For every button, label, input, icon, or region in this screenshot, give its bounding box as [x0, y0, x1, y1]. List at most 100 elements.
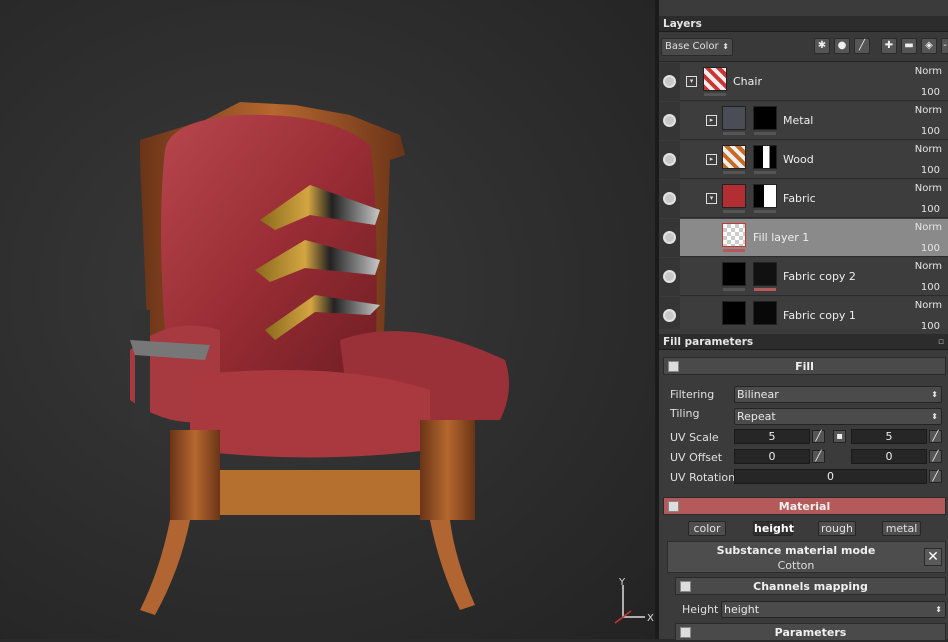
axis-y-label: Y [618, 577, 626, 588]
channels-mapping-label: Channels mapping [753, 580, 868, 593]
layer-blend-mode[interactable]: Norm [915, 261, 942, 272]
layer-opacity[interactable]: 100 [921, 204, 940, 215]
layer-row-fabric-copy-1[interactable]: Fabric copy 1 Norm 100 [659, 297, 948, 329]
layer-blend-mode[interactable]: Norm [915, 105, 942, 116]
layer-row-fill-layer-1[interactable]: Fill layer 1 Norm 100 [659, 219, 948, 257]
lock-icon[interactable]: ▪ [833, 430, 846, 443]
fill-bucket-icon[interactable]: ◈ [921, 38, 937, 54]
uv-offset-v-input[interactable]: 0 [851, 449, 927, 464]
layer-name: Fabric copy 2 [783, 270, 856, 283]
layer-name: Fabric copy 1 [783, 309, 856, 322]
layer-opacity[interactable]: 100 [921, 126, 940, 137]
layer-thumbnail [722, 223, 746, 247]
layer-row-fabric-copy-2[interactable]: Fabric copy 2 Norm 100 [659, 258, 948, 296]
channels-mapping-checkbox[interactable] [680, 581, 691, 592]
layer-blend-mode[interactable]: Norm [915, 144, 942, 155]
layer-thumbnail [703, 67, 727, 91]
close-icon[interactable]: ✕ [924, 548, 942, 566]
layer-thumbnail [722, 145, 746, 169]
material-section-header[interactable]: Material [663, 497, 946, 515]
material-tab-rough[interactable]: rough [818, 521, 856, 536]
parameters-checkbox[interactable] [680, 627, 691, 638]
add-mask-icon[interactable]: ✱ [814, 38, 830, 54]
channels-mapping-header[interactable]: Channels mapping [675, 577, 946, 595]
slider-edit-icon[interactable]: ╱ [812, 450, 825, 463]
layers-title-text: Layers [663, 18, 702, 30]
layer-row-wood[interactable]: ▸ Wood Norm 100 [659, 141, 948, 179]
uv-rotation-label: UV Rotation [670, 471, 736, 484]
chair-3d-model[interactable] [110, 90, 530, 630]
uv-scale-v-input[interactable]: 5 [851, 429, 927, 444]
material-section-label: Material [778, 500, 831, 513]
paint-brush-icon[interactable]: ╱ [854, 38, 870, 54]
uv-scale-u-input[interactable]: 5 [734, 429, 810, 444]
tiling-select[interactable]: Repeat ⬍ [734, 408, 942, 425]
folder-open-icon[interactable]: ▾ [686, 76, 697, 87]
layers-panel-title: Layers [659, 16, 948, 32]
layer-row-metal[interactable]: ▸ Metal Norm 100 [659, 102, 948, 140]
visibility-eye-icon[interactable] [663, 192, 676, 205]
layers-toolbar: Base Color ⬍ ✱ ● ╱ ✚ ▬ ◈ - [659, 32, 948, 62]
uv-offset-u-input[interactable]: 0 [734, 449, 810, 464]
layer-mask-thumbnail [753, 301, 777, 325]
layer-opacity[interactable]: 100 [921, 321, 940, 329]
layer-blend-mode[interactable]: Norm [915, 222, 942, 233]
uv-rotation-input[interactable]: 0 [734, 469, 927, 484]
slider-edit-icon[interactable]: ╱ [929, 450, 942, 463]
visibility-eye-icon[interactable] [663, 153, 676, 166]
material-tab-color[interactable]: color [688, 521, 726, 536]
layers-list[interactable]: ▾ Chair Norm 100 ▸ Metal Norm 100 ▸ Wood… [659, 63, 948, 329]
substance-mode-value[interactable]: Cotton [668, 559, 924, 572]
panel-grip-icon[interactable]: ▫ [938, 334, 944, 350]
layer-blend-mode[interactable]: Norm [915, 300, 942, 311]
layer-thumbnail [722, 184, 746, 208]
fill-parameters-title: Fill parameters ▫ [659, 334, 948, 350]
circle-icon[interactable]: ● [834, 38, 850, 54]
slider-edit-icon[interactable]: ╱ [929, 430, 942, 443]
layer-blend-mode[interactable]: Norm [915, 66, 942, 77]
add-folder-icon[interactable]: ▬ [901, 38, 917, 54]
parameters-label: Parameters [774, 626, 847, 639]
layer-blend-mode[interactable]: Norm [915, 183, 942, 194]
fill-section-checkbox[interactable] [668, 361, 679, 372]
material-tab-metal[interactable]: metal [882, 521, 921, 536]
layer-opacity[interactable]: 100 [921, 243, 940, 254]
folder-closed-icon[interactable]: ▸ [706, 115, 717, 126]
layer-opacity[interactable]: 100 [921, 282, 940, 293]
visibility-eye-icon[interactable] [663, 309, 676, 322]
layer-name: Chair [733, 75, 762, 88]
visibility-eye-icon[interactable] [663, 231, 676, 244]
visibility-eye-icon[interactable] [663, 114, 676, 127]
height-label: Height [682, 603, 719, 616]
folder-open-icon[interactable]: ▾ [706, 193, 717, 204]
layer-opacity[interactable]: 100 [921, 87, 940, 98]
layer-row-chair[interactable]: ▾ Chair Norm 100 [659, 63, 948, 101]
layer-name: Wood [783, 153, 814, 166]
slider-edit-icon[interactable]: ╱ [812, 430, 825, 443]
right-panel: Layers Base Color ⬍ ✱ ● ╱ ✚ ▬ ◈ - ▾ Chair… [659, 0, 948, 641]
layer-row-fabric[interactable]: ▾ Fabric Norm 100 [659, 180, 948, 218]
axis-x-label: X [647, 613, 654, 624]
filtering-select[interactable]: Bilinear ⬍ [734, 386, 942, 403]
substance-material-mode: Substance material mode Cotton ✕ [667, 541, 946, 573]
layer-opacity[interactable]: 100 [921, 165, 940, 176]
tiling-value: Repeat [737, 410, 776, 423]
layer-mask-thumbnail [753, 145, 777, 169]
visibility-eye-icon[interactable] [663, 270, 676, 283]
layer-thumbnail [722, 262, 746, 286]
parameters-header[interactable]: Parameters [675, 623, 946, 641]
layer-thumbnail [722, 301, 746, 325]
height-select[interactable]: height ⬍ [721, 601, 946, 618]
visibility-eye-icon[interactable] [663, 75, 676, 88]
channel-select[interactable]: Base Color ⬍ [661, 38, 733, 56]
material-tab-height[interactable]: height [753, 521, 794, 536]
slider-edit-icon[interactable]: ╱ [929, 470, 942, 483]
more-icon[interactable]: - [941, 38, 948, 54]
folder-closed-icon[interactable]: ▸ [706, 154, 717, 165]
add-layer-icon[interactable]: ✚ [881, 38, 897, 54]
axis-gizmo: Y X [614, 577, 654, 624]
height-select-value: height [724, 603, 760, 616]
fill-section-header[interactable]: Fill [663, 357, 946, 375]
3d-viewport[interactable]: Y X [0, 0, 655, 639]
material-section-checkbox[interactable] [668, 501, 679, 512]
